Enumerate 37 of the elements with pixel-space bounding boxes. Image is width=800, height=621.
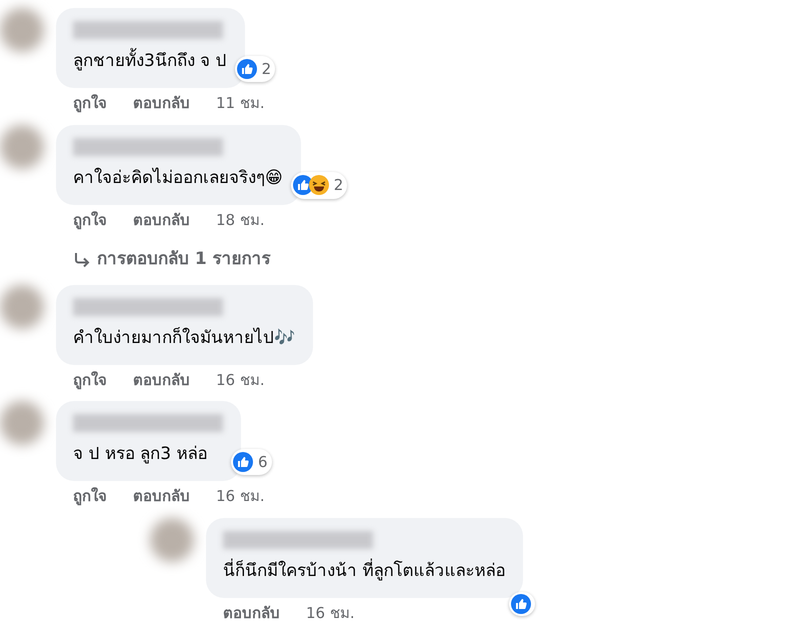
timestamp[interactable]: 16 ชม. [306, 602, 355, 621]
comment-text: คาใจอ่ะคิดไม่ออกเลยจริงๆ😁 [73, 166, 283, 190]
reaction-count[interactable]: 2 [234, 56, 276, 82]
view-replies-link[interactable]: การตอบกลับ 1 รายการ [56, 233, 301, 276]
reply-arrow-icon [73, 252, 91, 268]
thumbs-up-icon [511, 594, 532, 614]
reply-link[interactable]: ตอบกลับ [133, 368, 190, 391]
comment-text: นี่ก็นึกมีใครบ้างน้า ที่ลูกโตแล้วและหล่อ [223, 558, 506, 582]
avatar [0, 284, 44, 328]
like-link[interactable]: ถูกใจ [73, 485, 107, 508]
comment-text: จ ป หรอ ลูก3 หล่อ [73, 443, 208, 466]
reply-link[interactable]: ตอบกลับ [133, 485, 190, 508]
comment-text: ลูกชายทั้ง3นึกถึง จ ป [73, 49, 227, 73]
like-link[interactable]: ถูกใจ [73, 208, 107, 231]
timestamp[interactable]: 16 ชม. [216, 368, 265, 391]
avatar [0, 124, 44, 168]
comment-text: คำใบง่ายมากก็ใจมันหายไป🎶 [73, 326, 295, 350]
timestamp[interactable]: 18 ชม. [216, 208, 265, 231]
thumbs-up-icon [236, 58, 257, 79]
laughing-face-icon [308, 175, 329, 196]
avatar [0, 8, 44, 52]
count-text: 6 [258, 452, 268, 472]
avatar [0, 401, 44, 445]
thumbs-up-icon [233, 452, 253, 472]
reply-link[interactable]: ตอบกลับ [223, 602, 280, 621]
reaction-count[interactable] [509, 592, 536, 616]
timestamp[interactable]: 16 ชม. [216, 485, 265, 508]
reply-link[interactable]: ตอบกลับ [133, 208, 190, 231]
like-link[interactable]: ถูกใจ [73, 368, 107, 391]
count-text: 2 [262, 58, 272, 80]
count-text: 2 [334, 175, 344, 196]
timestamp[interactable]: 11 ชม. [216, 92, 265, 114]
reaction-count[interactable]: 2 [290, 172, 348, 198]
avatar [150, 518, 194, 562]
like-link[interactable]: ถูกใจ [73, 92, 107, 114]
reply-link[interactable]: ตอบกลับ [133, 92, 190, 114]
reaction-count[interactable]: 6 [231, 448, 272, 475]
